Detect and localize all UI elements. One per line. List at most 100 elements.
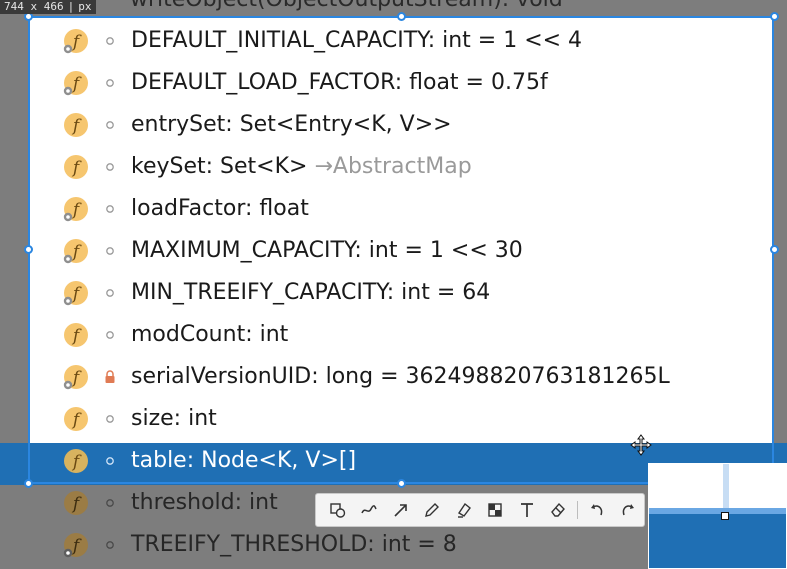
member-label: entrySet: Set<Entry<K, V>>: [131, 111, 452, 139]
package-visibility-icon: [103, 328, 117, 342]
member-row[interactable]: f DEFAULT_INITIAL_CAPACITY: int = 1 << 4: [0, 20, 787, 62]
member-name: table: [131, 448, 187, 473]
undo-icon[interactable]: [581, 495, 613, 525]
zoom-magnifier: [648, 463, 787, 569]
member-label: loadFactor: float: [131, 195, 309, 223]
mosaic-icon[interactable]: [480, 495, 512, 525]
package-visibility-icon: [103, 202, 117, 216]
member-name: entrySet: [131, 112, 226, 137]
member-row[interactable]: f loadFactor: float: [0, 188, 787, 230]
package-visibility-icon: [103, 454, 117, 468]
member-row[interactable]: f keySet: Set<K> →AbstractMap: [0, 146, 787, 188]
magnifier-top-area: [649, 464, 786, 508]
member-row[interactable]: f MAXIMUM_CAPACITY: int = 1 << 30: [0, 230, 787, 272]
field-final-icon: f: [61, 279, 89, 307]
member-label: MAXIMUM_CAPACITY: int = 1 << 30: [131, 237, 523, 265]
member-label: table: Node<K, V>[]: [131, 447, 356, 475]
member-name: DEFAULT_LOAD_FACTOR: [131, 70, 395, 95]
member-row[interactable]: f modCount: int: [0, 314, 787, 356]
member-label: modCount: int: [131, 321, 288, 349]
field-icon: f: [61, 321, 89, 349]
member-label: threshold: int: [131, 489, 278, 517]
member-name: DEFAULT_INITIAL_CAPACITY: [131, 28, 428, 53]
freehand-line-icon[interactable]: [354, 495, 386, 525]
pencil-icon[interactable]: [417, 495, 449, 525]
member-name: threshold: [131, 490, 235, 515]
field-final-icon: f: [61, 195, 89, 223]
member-row[interactable]: f entrySet: Set<Entry<K, V>>: [0, 104, 787, 146]
field-icon: f: [61, 153, 89, 181]
size-width: 744: [4, 0, 24, 13]
package-visibility-icon: [103, 286, 117, 300]
package-visibility-icon: [103, 412, 117, 426]
text-icon[interactable]: [511, 495, 543, 525]
member-label: MIN_TREEIFY_CAPACITY: int = 64: [131, 279, 490, 307]
member-name: TREEIFY_THRESHOLD: [131, 532, 368, 557]
member-label: size: int: [131, 405, 217, 433]
resize-handle-top-right[interactable]: [770, 12, 779, 21]
member-label: serialVersionUID: long = 362498820763181…: [131, 363, 670, 391]
size-height: 466: [43, 0, 64, 13]
member-inherited-from: →AbstractMap: [314, 154, 472, 179]
background-method-text: writeObject(ObjectOutputStream): void: [130, 0, 563, 12]
size-unit: px: [78, 0, 92, 13]
member-label: keySet: Set<K> →AbstractMap: [131, 153, 472, 181]
field-final-icon: f: [61, 69, 89, 97]
move-cursor-icon: [630, 434, 652, 456]
member-type: : int: [245, 322, 289, 347]
package-visibility-icon: [103, 496, 117, 510]
resize-handle-bottom[interactable]: [397, 479, 406, 488]
member-type: : int: [173, 406, 217, 431]
field-final-icon: f: [61, 531, 89, 559]
member-type: : int = 64: [386, 280, 491, 305]
member-type: : Set<Entry<K, V>>: [225, 112, 452, 137]
member-row[interactable]: f MIN_TREEIFY_CAPACITY: int = 64: [0, 272, 787, 314]
resize-handle-bottom-left[interactable]: [24, 479, 33, 488]
private-lock-icon: [103, 370, 117, 384]
rectangle-ellipse-icon[interactable]: [322, 495, 354, 525]
member-type: : int = 1 << 30: [354, 238, 523, 263]
member-type: : int = 8: [367, 532, 457, 557]
eraser-icon[interactable]: [543, 495, 575, 525]
package-visibility-icon: [103, 118, 117, 132]
member-label: TREEIFY_THRESHOLD: int = 8: [131, 531, 457, 559]
magnifier-vertical-guide: [723, 464, 729, 508]
size-x: x: [30, 0, 38, 13]
member-label: DEFAULT_LOAD_FACTOR: float = 0.75f: [131, 69, 548, 97]
member-name: MIN_TREEIFY_CAPACITY: [131, 280, 387, 305]
member-type: : long = 362498820763181265L: [311, 364, 670, 389]
arrow-icon[interactable]: [385, 495, 417, 525]
member-name: modCount: [131, 322, 246, 347]
resize-handle-left[interactable]: [24, 245, 33, 254]
member-type: : Node<K, V>[]: [186, 448, 357, 473]
magnifier-horizontal-guide: [649, 508, 786, 514]
field-icon: f: [61, 489, 89, 517]
resize-handle-right[interactable]: [770, 245, 779, 254]
member-row[interactable]: f DEFAULT_LOAD_FACTOR: float = 0.75f: [0, 62, 787, 104]
member-type: : float: [244, 196, 309, 221]
member-name: serialVersionUID: [131, 364, 312, 389]
resize-handle-top[interactable]: [397, 12, 406, 21]
size-separator: |: [67, 0, 75, 13]
field-final-icon: f: [61, 363, 89, 391]
toolbar-separator: [577, 501, 578, 519]
member-name: keySet: [131, 154, 206, 179]
selection-size-label: 744 x 466 | px: [0, 0, 96, 14]
redo-icon[interactable]: [612, 495, 644, 525]
package-visibility-icon: [103, 34, 117, 48]
member-name: size: [131, 406, 174, 431]
package-visibility-icon: [103, 244, 117, 258]
member-type: : Set<K>: [205, 154, 315, 179]
annotation-toolbar: [315, 493, 645, 527]
highlighter-icon[interactable]: [448, 495, 480, 525]
field-icon: f: [61, 111, 89, 139]
field-final-icon: f: [61, 27, 89, 55]
magnifier-center-pixel: [721, 512, 729, 520]
member-row[interactable]: f size: int: [0, 398, 787, 440]
member-name: MAXIMUM_CAPACITY: [131, 238, 355, 263]
package-visibility-icon: [103, 538, 117, 552]
field-final-icon: f: [61, 237, 89, 265]
member-row[interactable]: f serialVersionUID: long = 36249882076318…: [0, 356, 787, 398]
member-type: : float = 0.75f: [394, 70, 548, 95]
member-type: : int: [234, 490, 278, 515]
